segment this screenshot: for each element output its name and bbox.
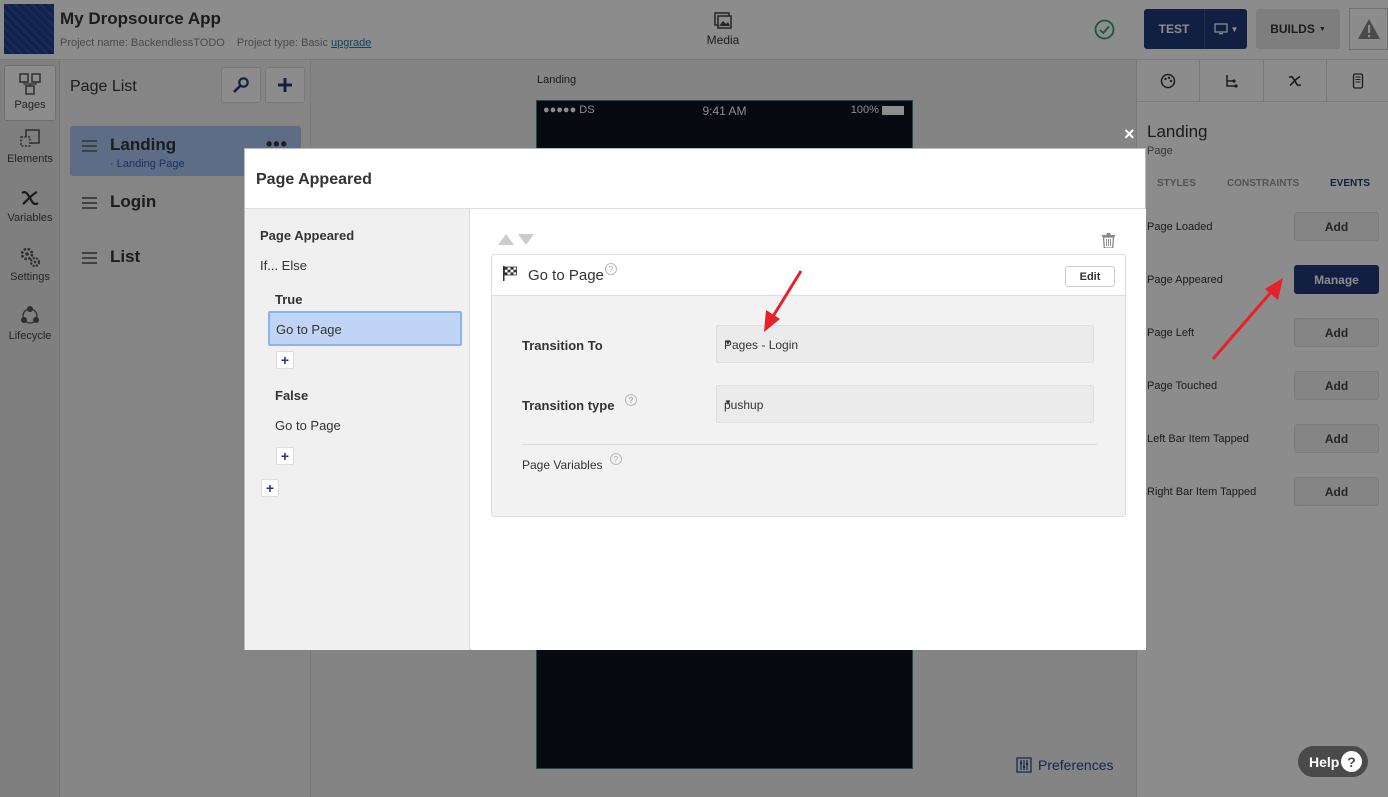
modal-header: Page Appeared [245,149,1145,209]
action-tree: Page Appeared If... Else True Go to Page… [245,209,470,650]
tree-if-else[interactable]: If... Else [260,258,307,273]
question-icon: ? [1341,751,1362,772]
page-variables-field: Page Variables ? [522,453,622,472]
add-action-button[interactable]: + [261,479,279,497]
reorder-controls [498,234,534,245]
tree-true-branch: True [275,292,303,307]
add-true-action-button[interactable]: + [276,351,294,369]
divider [522,444,1097,445]
tree-root[interactable]: Page Appeared [260,228,354,243]
event-modal: Page Appeared Page Appeared If... Else T… [244,148,1146,650]
help-label: Help [1309,754,1340,770]
transition-type-field: Transition type ? [522,394,638,413]
help-icon[interactable]: ? [609,453,622,465]
checkered-flag-icon [503,266,517,281]
move-down-icon[interactable] [518,234,534,245]
transition-type-label: Transition type [522,398,615,413]
action-name: Go to Page [528,267,604,284]
help-icon[interactable]: ? [625,394,638,406]
help-button[interactable]: Help ? [1298,746,1368,777]
edit-action-button[interactable]: Edit [1065,266,1115,287]
transition-type-select[interactable]: pushup ▼ [716,385,1094,423]
help-icon[interactable]: ? [605,263,617,275]
transition-to-label: Transition To [522,338,603,353]
action-card-header: Go to Page ? Edit [492,255,1125,296]
tree-true-action-selected[interactable]: Go to Page [268,311,462,346]
tree-false-action[interactable]: Go to Page [275,418,341,433]
dropdown-caret-icon: ▼ [724,338,732,347]
action-card: Go to Page ? Edit Transition To Pages - … [491,254,1126,517]
add-false-action-button[interactable]: + [276,447,294,465]
close-icon[interactable]: × [1124,124,1135,145]
dropdown-caret-icon: ▼ [724,398,732,407]
page-variables-label: Page Variables [522,458,603,472]
tree-false-branch: False [275,388,309,403]
trash-icon[interactable] [1102,233,1115,248]
tree-action-label: Go to Page [276,322,342,337]
transition-to-select[interactable]: Pages - Login ▼ [716,325,1094,363]
move-up-icon[interactable] [498,234,514,245]
modal-title: Page Appeared [256,171,372,188]
action-editor: Go to Page ? Edit Transition To Pages - … [471,209,1146,650]
